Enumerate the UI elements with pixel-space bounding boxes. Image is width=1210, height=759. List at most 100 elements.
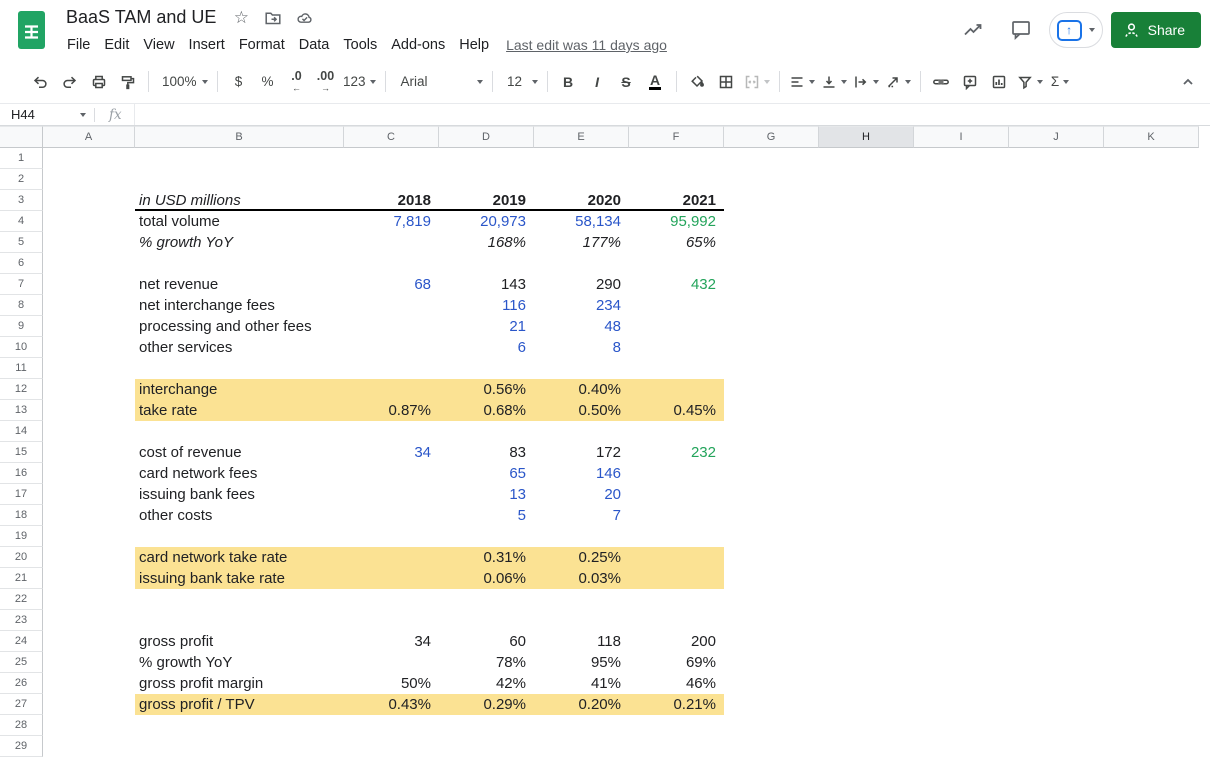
cell-D16[interactable]: 65 (439, 463, 534, 484)
column-header-G[interactable]: G (724, 126, 819, 148)
name-box[interactable]: H44 (0, 104, 94, 125)
cell-C7[interactable]: 68 (344, 274, 439, 295)
column-header-D[interactable]: D (439, 126, 534, 148)
cell-E10[interactable]: 8 (534, 337, 629, 358)
cell-E8[interactable]: 234 (534, 295, 629, 316)
fill-color-icon[interactable] (683, 68, 712, 96)
row-header-16[interactable]: 16 (0, 463, 43, 484)
row-header-24[interactable]: 24 (0, 631, 43, 652)
cell-F25[interactable]: 69% (629, 652, 724, 673)
menu-help[interactable]: Help (452, 35, 496, 55)
column-header-E[interactable]: E (534, 126, 629, 148)
menu-add-ons[interactable]: Add-ons (384, 35, 452, 55)
column-header-I[interactable]: I (914, 126, 1009, 148)
cell-E12[interactable]: 0.40% (534, 379, 629, 400)
cell-C15[interactable]: 34 (344, 442, 439, 463)
cell-D8[interactable]: 116 (439, 295, 534, 316)
sheets-logo-icon[interactable] (15, 9, 48, 51)
cell-E24[interactable]: 118 (534, 631, 629, 652)
cloud-saved-icon[interactable] (296, 9, 314, 27)
cell-C24[interactable]: 34 (344, 631, 439, 652)
cell-E25[interactable]: 95% (534, 652, 629, 673)
cell-C27[interactable]: 0.43% (344, 694, 439, 715)
select-all-corner[interactable] (0, 126, 43, 148)
cell-D9[interactable]: 21 (439, 316, 534, 337)
cell-B10[interactable]: other services (135, 337, 344, 358)
row-header-4[interactable]: 4 (0, 211, 43, 232)
cell-C26[interactable]: 50% (344, 673, 439, 694)
text-rotation-icon[interactable] (882, 68, 914, 96)
undo-icon[interactable] (26, 68, 55, 96)
cell-B12[interactable]: interchange (135, 379, 344, 400)
present-button[interactable]: ↑ (1048, 12, 1103, 48)
share-button[interactable]: Share (1110, 12, 1201, 48)
cell-D27[interactable]: 0.29% (439, 694, 534, 715)
strikethrough-button[interactable]: S (612, 68, 641, 96)
column-header-C[interactable]: C (344, 126, 439, 148)
borders-icon[interactable] (712, 68, 741, 96)
menu-data[interactable]: Data (292, 35, 337, 55)
cell-E15[interactable]: 172 (534, 442, 629, 463)
increase-decimal-button[interactable]: .00 → (311, 68, 340, 96)
document-title[interactable]: BaaS TAM and UE (66, 7, 216, 28)
column-header-B[interactable]: B (135, 126, 344, 148)
cell-E16[interactable]: 146 (534, 463, 629, 484)
cell-B26[interactable]: gross profit margin (135, 673, 344, 694)
cell-D15[interactable]: 83 (439, 442, 534, 463)
cell-D5[interactable]: 168% (439, 232, 534, 253)
row-header-5[interactable]: 5 (0, 232, 43, 253)
cell-E21[interactable]: 0.03% (534, 568, 629, 589)
cell-E9[interactable]: 48 (534, 316, 629, 337)
cell-D17[interactable]: 13 (439, 484, 534, 505)
cell-B7[interactable]: net revenue (135, 274, 344, 295)
row-header-20[interactable]: 20 (0, 547, 43, 568)
row-header-17[interactable]: 17 (0, 484, 43, 505)
cell-F26[interactable]: 46% (629, 673, 724, 694)
row-header-25[interactable]: 25 (0, 652, 43, 673)
row-header-21[interactable]: 21 (0, 568, 43, 589)
move-folder-icon[interactable] (264, 9, 282, 27)
print-icon[interactable] (84, 68, 113, 96)
column-header-F[interactable]: F (629, 126, 724, 148)
row-header-12[interactable]: 12 (0, 379, 43, 400)
cell-B25[interactable]: % growth YoY (135, 652, 344, 673)
row-header-15[interactable]: 15 (0, 442, 43, 463)
cell-F24[interactable]: 200 (629, 631, 724, 652)
cell-B13[interactable]: take rate (135, 400, 344, 421)
row-header-1[interactable]: 1 (0, 148, 43, 169)
cell-D12[interactable]: 0.56% (439, 379, 534, 400)
row-header-26[interactable]: 26 (0, 673, 43, 694)
cell-B24[interactable]: gross profit (135, 631, 344, 652)
cell-C13[interactable]: 0.87% (344, 400, 439, 421)
insert-comment-icon[interactable] (956, 68, 985, 96)
italic-button[interactable]: I (583, 68, 612, 96)
cell-E26[interactable]: 41% (534, 673, 629, 694)
menu-insert[interactable]: Insert (182, 35, 232, 55)
comment-history-icon[interactable] (1001, 11, 1041, 49)
cell-E27[interactable]: 0.20% (534, 694, 629, 715)
cell-E4[interactable]: 58,134 (534, 211, 629, 232)
functions-button[interactable]: Σ (1046, 68, 1075, 96)
text-wrap-icon[interactable] (850, 68, 882, 96)
row-header-14[interactable]: 14 (0, 421, 43, 442)
number-format-button[interactable]: 123 (340, 68, 379, 96)
cell-F7[interactable]: 432 (629, 274, 724, 295)
column-header-K[interactable]: K (1104, 126, 1199, 148)
cell-D10[interactable]: 6 (439, 337, 534, 358)
insert-chart-icon[interactable] (985, 68, 1014, 96)
cell-F27[interactable]: 0.21% (629, 694, 724, 715)
row-header-28[interactable]: 28 (0, 715, 43, 736)
cell-B17[interactable]: issuing bank fees (135, 484, 344, 505)
menu-view[interactable]: View (136, 35, 181, 55)
cell-C4[interactable]: 7,819 (344, 211, 439, 232)
insert-link-icon[interactable] (927, 68, 956, 96)
row-header-10[interactable]: 10 (0, 337, 43, 358)
cell-E13[interactable]: 0.50% (534, 400, 629, 421)
collapse-toolbar-button[interactable] (1174, 68, 1202, 96)
cell-D21[interactable]: 0.06% (439, 568, 534, 589)
menu-format[interactable]: Format (232, 35, 292, 55)
cell-F5[interactable]: 65% (629, 232, 724, 253)
cell-B4[interactable]: total volume (135, 211, 344, 232)
bold-button[interactable]: B (554, 68, 583, 96)
row-header-19[interactable]: 19 (0, 526, 43, 547)
